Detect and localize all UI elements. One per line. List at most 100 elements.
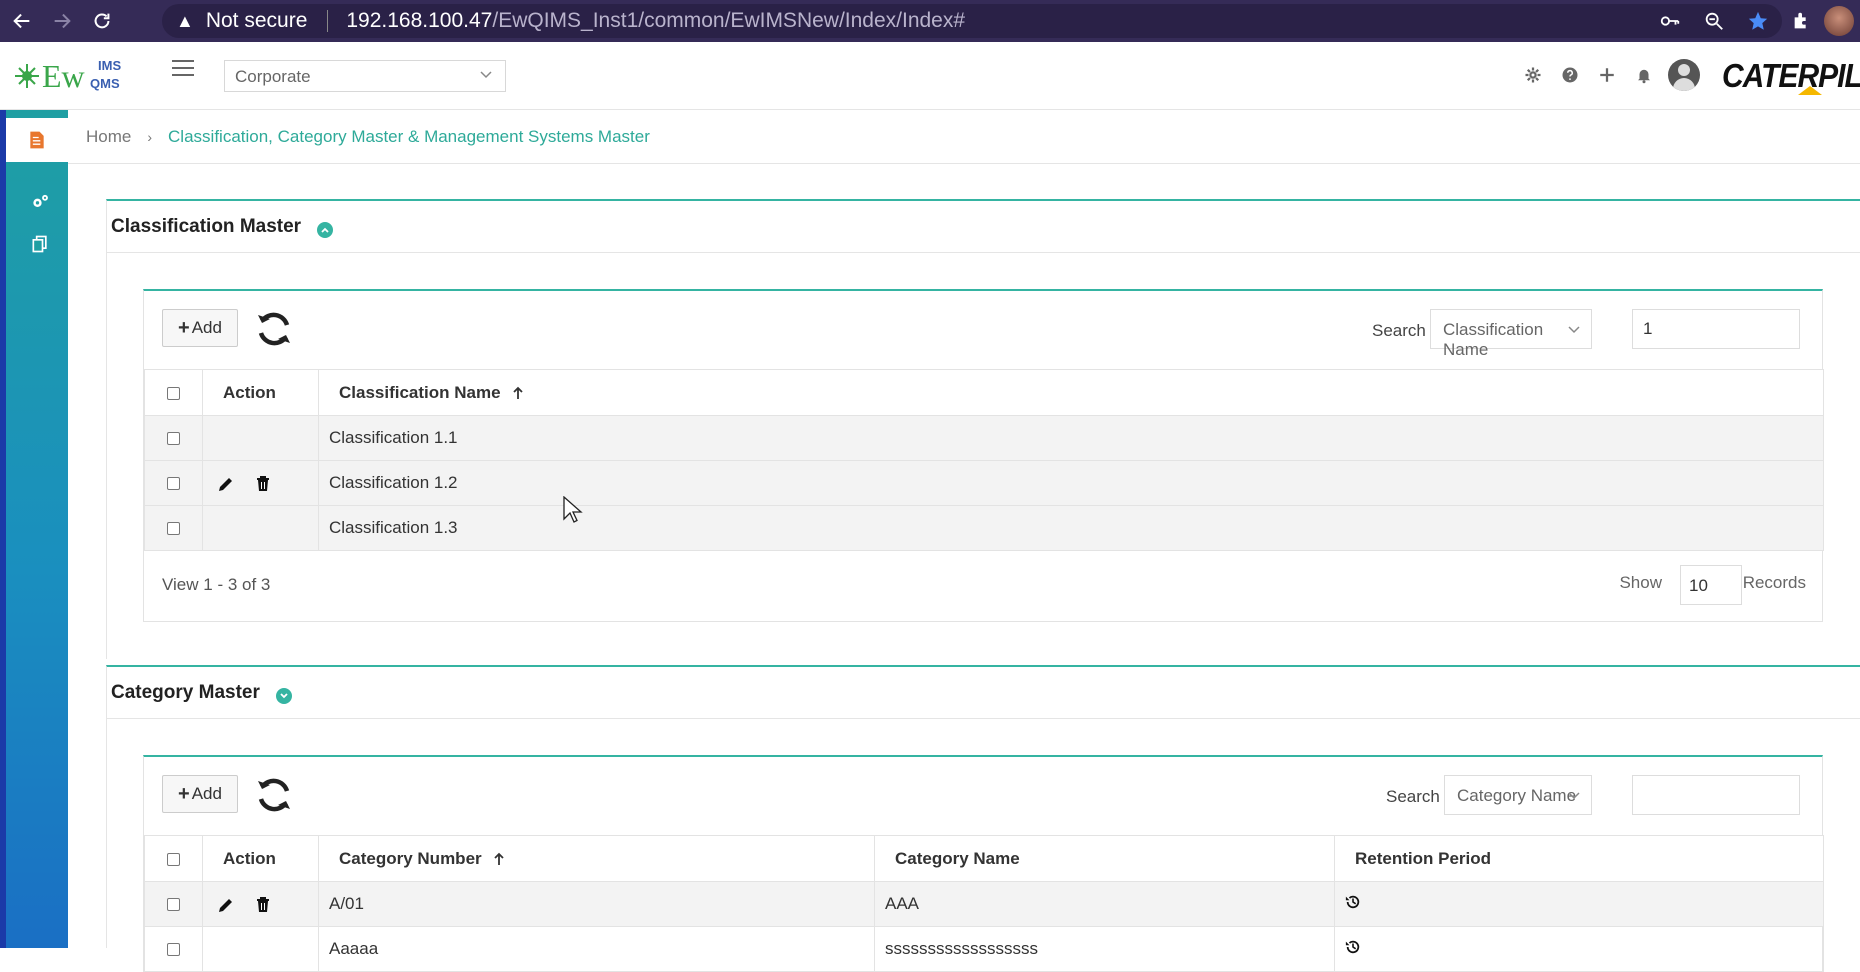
row-checkbox[interactable]: [167, 898, 180, 912]
search-field-select[interactable]: Classification Name: [1430, 309, 1592, 359]
row-checkbox[interactable]: [167, 477, 180, 491]
arrow-left-icon: [13, 13, 30, 29]
search-field-select[interactable]: Category Name: [1444, 775, 1592, 815]
help-button[interactable]: [1551, 58, 1588, 92]
notifications-button[interactable]: [1625, 58, 1662, 92]
sidebar-item-documents[interactable]: [6, 118, 68, 162]
delete-trash-icon[interactable]: [254, 896, 272, 914]
plus-icon: +: [178, 316, 190, 339]
add-classification-button[interactable]: + Add: [162, 309, 238, 347]
refresh-icon[interactable]: [254, 775, 294, 815]
security-label: Not secure: [205, 9, 308, 32]
plus-icon: [1599, 68, 1614, 82]
sidebar-item-copy[interactable]: [12, 224, 68, 264]
zoom-button[interactable]: [1692, 0, 1736, 42]
records-label: Records: [1742, 573, 1806, 592]
password-key-button[interactable]: [1648, 0, 1692, 42]
edit-pencil-icon[interactable]: [217, 475, 235, 493]
category-number-cell: A/01: [318, 881, 875, 927]
classification-name-cell: Classification 1.1: [318, 415, 1824, 461]
browser-toolbar: ▲ Not secure 192.168.100.47/EwQIMS_Inst1…: [0, 0, 1860, 42]
menu-toggle-button[interactable]: [172, 60, 194, 80]
zoom-out-icon: [1705, 12, 1723, 30]
question-circle-icon: [1562, 67, 1577, 83]
column-header-category-number[interactable]: Category Number: [318, 835, 875, 882]
select-all-checkbox[interactable]: [167, 386, 180, 400]
search-input[interactable]: [1632, 309, 1800, 349]
classification-table: Action Classification Name Classificatio…: [144, 369, 1824, 551]
search-input[interactable]: [1632, 775, 1800, 815]
add-button[interactable]: [1588, 58, 1625, 92]
column-header-retention-period[interactable]: Retention Period: [1334, 835, 1824, 882]
history-icon[interactable]: [1345, 939, 1361, 955]
bookmark-button[interactable]: [1736, 0, 1780, 42]
row-checkbox[interactable]: [167, 432, 180, 446]
forward-button[interactable]: [44, 3, 80, 39]
history-icon[interactable]: [1345, 894, 1361, 910]
back-button[interactable]: [4, 3, 40, 39]
hamburger-line: [172, 74, 194, 76]
add-category-button[interactable]: + Add: [162, 775, 238, 813]
row-select-cell: [144, 881, 203, 927]
table-row[interactable]: Classification 1.2: [144, 460, 1824, 506]
extensions-button[interactable]: [1780, 0, 1824, 42]
logo-text: Ew: [42, 58, 85, 94]
copy-icon: [32, 235, 47, 253]
column-header-action: Action: [202, 835, 319, 882]
table-header-row: Action Category Number Category Name Ret…: [144, 835, 1824, 882]
pagination-summary: View 1 - 3 of 3: [162, 575, 271, 594]
panel-title: Classification Master: [111, 215, 302, 237]
category-name-cell: AAA: [874, 881, 1335, 927]
sun-icon: [15, 64, 39, 88]
delete-trash-icon[interactable]: [254, 475, 272, 493]
category-master-panel: Category Master + Add Search Category Nam…: [106, 665, 1860, 972]
page-size-input[interactable]: 10: [1680, 565, 1742, 605]
user-avatar[interactable]: [1668, 59, 1700, 91]
row-checkbox[interactable]: [167, 522, 180, 536]
table-row[interactable]: Aaaaa ssssssssssssssssss: [144, 926, 1824, 972]
header-actions: [1514, 58, 1700, 92]
retention-period-cell: [1334, 881, 1824, 927]
warning-icon: ▲: [176, 10, 194, 31]
row-action-cell: [202, 460, 319, 506]
reload-button[interactable]: [84, 3, 120, 39]
edit-pencil-icon[interactable]: [217, 896, 235, 914]
sidebar-item-settings[interactable]: [12, 182, 68, 222]
settings-button[interactable]: [1514, 58, 1551, 92]
add-label: Add: [191, 784, 222, 803]
classification-master-panel: Classification Master + Add Search Classi…: [106, 199, 1860, 659]
column-header-classification-name[interactable]: Classification Name: [318, 369, 1824, 416]
browser-profile-avatar[interactable]: [1824, 6, 1854, 36]
classification-panel-header: Classification Master: [107, 201, 1860, 253]
category-name-cell: ssssssssssssssssss: [874, 926, 1335, 972]
category-grid: + Add Search Category Name Action Categor…: [143, 755, 1824, 972]
logo-sub: QMS: [90, 76, 120, 91]
column-header-label: Category Number: [339, 848, 482, 868]
row-select-cell: [144, 460, 203, 506]
table-row[interactable]: Classification 1.1: [144, 415, 1824, 461]
chevron-down-icon: [480, 71, 492, 79]
panel-title: Category Master: [111, 681, 260, 703]
column-header-category-name[interactable]: Category Name: [874, 835, 1335, 882]
table-row[interactable]: A/01 AAA: [144, 881, 1824, 927]
mouse-cursor-icon: [563, 496, 583, 523]
select-all-checkbox[interactable]: [167, 852, 180, 866]
table-row[interactable]: Classification 1.3: [144, 505, 1824, 551]
refresh-icon[interactable]: [254, 309, 294, 349]
gears-icon: [33, 194, 48, 207]
puzzle-icon: [1794, 12, 1806, 29]
classification-grid: +Add Search Classification Name Action C…: [143, 289, 1824, 622]
row-checkbox[interactable]: [167, 943, 180, 957]
select-all-cell: [144, 369, 203, 416]
row-action-cell: [202, 926, 319, 972]
grid-footer: View 1 - 3 of 3 Show 10 Records: [144, 551, 1822, 621]
row-select-cell: [144, 926, 203, 972]
organization-select[interactable]: Corporate: [224, 60, 506, 92]
breadcrumb-home-link[interactable]: Home: [86, 127, 131, 147]
collapse-toggle-button[interactable]: [317, 221, 334, 238]
classification-name-cell: Classification 1.2: [318, 460, 1824, 506]
collapse-toggle-button[interactable]: [275, 687, 292, 704]
address-bar[interactable]: ▲ Not secure 192.168.100.47/EwQIMS_Inst1…: [162, 4, 1782, 38]
plus-icon: +: [178, 782, 190, 805]
add-label: Add: [191, 318, 222, 337]
